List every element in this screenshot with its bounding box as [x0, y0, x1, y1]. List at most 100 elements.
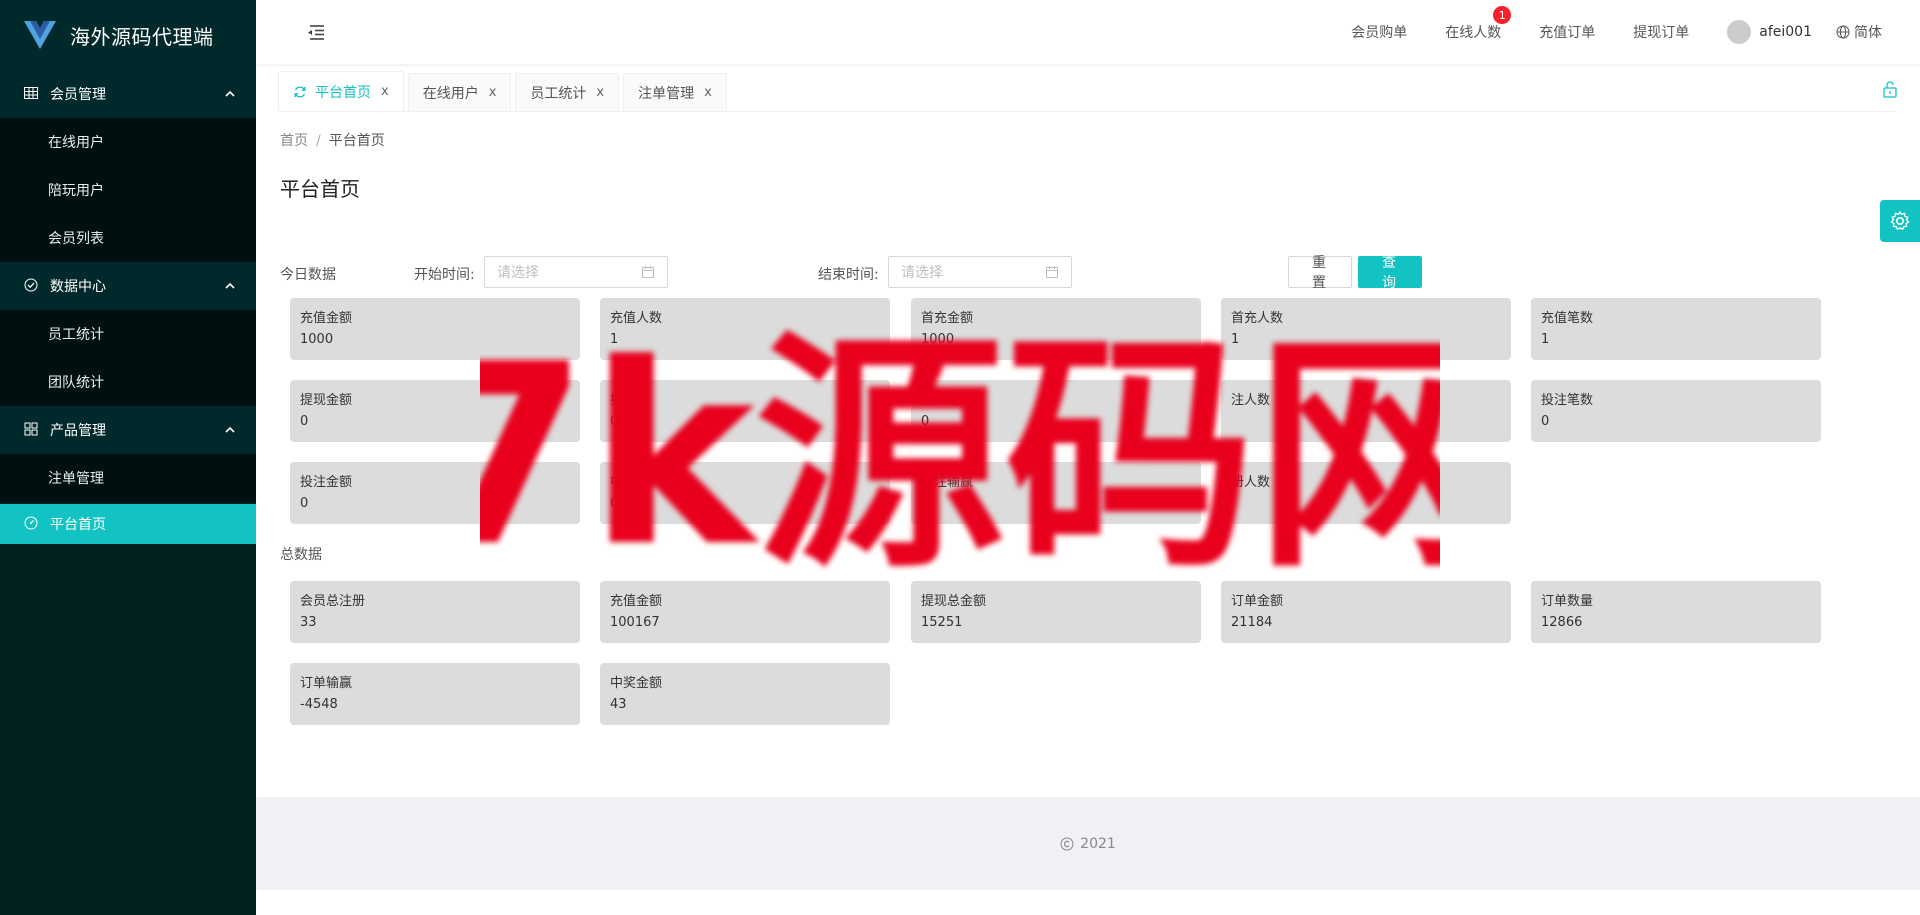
stat-card: 会员总注册 33 — [290, 581, 580, 643]
sidebar-item-companion-users[interactable]: 陪玩用户 — [0, 166, 256, 214]
stat-label: 提现笔数 — [921, 393, 974, 408]
page-tabs: 平台首页 x 在线用户 x 员工统计 x 注单管理 x — [278, 71, 1896, 112]
sync-icon — [293, 85, 307, 99]
sidebar-item-staff-stats[interactable]: 员工统计 — [0, 310, 256, 358]
top-header: 会员购单 在线人数 1 充值订单 提现订单 afei001 简体 — [256, 0, 1920, 64]
stat-value: 1 — [610, 332, 619, 347]
close-icon[interactable]: x — [381, 84, 389, 99]
breadcrumb-home[interactable]: 首页 — [280, 133, 308, 149]
stat-card: 订单输赢 -4548 — [290, 663, 580, 725]
sidebar-item-bet-management[interactable]: 注单管理 — [0, 454, 256, 502]
header-link-withdraw-orders[interactable]: 提现订单 — [1633, 22, 1689, 42]
tab-platform-home[interactable]: 平台首页 x — [278, 71, 404, 111]
unlock-icon[interactable] — [1882, 80, 1898, 98]
dashboard-icon — [24, 516, 40, 532]
menu-group-data-center[interactable]: 数据中心 — [0, 262, 256, 310]
stat-value: 15251 — [921, 615, 963, 630]
start-date-picker[interactable]: 请选择 — [484, 256, 668, 288]
user-menu[interactable]: afei001 — [1727, 20, 1812, 44]
end-time-label: 结束时间: — [818, 267, 879, 283]
stat-card: 投注笔数 0 — [1531, 380, 1821, 442]
copyright-year: 2021 — [1080, 835, 1116, 852]
stat-label: 订单输赢 — [300, 676, 353, 691]
stat-value: 0 — [610, 496, 619, 511]
close-icon[interactable]: x — [596, 85, 604, 100]
tab-bet-management[interactable]: 注单管理 x — [623, 73, 727, 111]
language-switch[interactable]: 简体 — [1836, 22, 1882, 42]
stat-label: 投注输赢 — [921, 475, 974, 490]
header-link-label: 在线人数 — [1445, 25, 1502, 41]
stat-card: 首充人数 1 — [1221, 298, 1511, 360]
settings-drawer-handle[interactable] — [1880, 200, 1920, 242]
stat-card: 册人数 — [1221, 462, 1511, 524]
stat-card: 中奖 0 — [600, 462, 890, 524]
stat-value: -4548 — [300, 697, 338, 712]
copyright-icon — [1060, 837, 1074, 850]
stat-label: 首充人数 — [1231, 311, 1284, 326]
stat-label: 订单数量 — [1541, 594, 1594, 609]
tab-online-users[interactable]: 在线用户 x — [407, 73, 512, 111]
footer: 2021 — [256, 797, 1920, 890]
start-time-label: 开始时间: — [414, 267, 475, 283]
stat-card: 订单金额 21184 — [1221, 581, 1511, 643]
end-date-picker[interactable]: 请选择 — [888, 256, 1072, 288]
tab-staff-stats[interactable]: 员工统计 x — [515, 73, 620, 111]
stat-label: 会员总注册 — [300, 594, 366, 609]
sidebar-item-label: 平台首页 — [50, 517, 106, 533]
stat-label: 提现总金额 — [921, 594, 987, 609]
stat-card: 订单数量 12866 — [1531, 581, 1821, 643]
calendar-icon — [1046, 266, 1058, 278]
stat-card: 充值金额 100167 — [600, 581, 890, 643]
stat-label: 中奖金额 — [610, 676, 663, 691]
header-link-online-count[interactable]: 在线人数 1 — [1445, 6, 1512, 42]
stat-value: 0 — [610, 414, 619, 429]
submenu-member: 在线用户 陪玩用户 会员列表 — [0, 118, 256, 262]
chevron-up-icon — [225, 90, 235, 97]
stat-label: 充值金额 — [300, 311, 353, 326]
stat-card: 提现 0 — [600, 380, 890, 442]
logo[interactable]: 海外源码代理端 — [0, 0, 256, 70]
menu-group-product[interactable]: 产品管理 — [0, 406, 256, 454]
tab-label: 在线用户 — [422, 85, 479, 102]
username: afei001 — [1759, 24, 1812, 40]
tab-label: 注单管理 — [638, 85, 695, 102]
sidebar-item-online-users[interactable]: 在线用户 — [0, 118, 256, 166]
menu-group-member[interactable]: 会员管理 — [0, 70, 256, 118]
vue-logo-icon — [24, 21, 56, 49]
submenu-data-center: 员工统计 团队统计 — [0, 310, 256, 406]
stat-value: 33 — [300, 615, 317, 630]
stat-label: 充值笔数 — [1541, 311, 1594, 326]
reset-button[interactable]: 重置 — [1288, 254, 1352, 290]
app-title: 海外源码代理端 — [70, 24, 214, 49]
header-link-member-orders[interactable]: 会员购单 — [1351, 22, 1407, 42]
menu-group-label: 数据中心 — [50, 279, 106, 295]
stat-label: 首充金额 — [921, 311, 974, 326]
tab-label: 员工统计 — [530, 85, 587, 102]
stat-label: 提现金额 — [300, 393, 353, 408]
end-date-placeholder: 请选择 — [901, 265, 943, 281]
stat-value: 0 — [300, 414, 309, 429]
menu-group-label: 产品管理 — [50, 423, 106, 439]
stat-value: 12866 — [1541, 615, 1583, 630]
menu-group-label: 会员管理 — [50, 87, 106, 103]
sidebar-item-member-list[interactable]: 会员列表 — [0, 214, 256, 262]
sidebar-item-platform-home[interactable]: 平台首页 — [0, 504, 256, 544]
globe-icon — [1836, 25, 1850, 39]
language-label: 简体 — [1854, 25, 1882, 41]
menu-fold-icon[interactable] — [304, 20, 328, 44]
calendar-icon — [642, 266, 654, 278]
close-icon[interactable]: x — [489, 85, 497, 100]
sidebar-item-team-stats[interactable]: 团队统计 — [0, 358, 256, 406]
query-button[interactable]: 查询 — [1358, 254, 1422, 290]
close-icon[interactable]: x — [704, 85, 712, 100]
sidebar: 海外源码代理端 会员管理 在线用户 陪玩用户 会员列表 数据中心 员工统计 团队… — [0, 0, 256, 915]
stat-label: 投注笔数 — [1541, 393, 1594, 408]
header-link-recharge-orders[interactable]: 充值订单 — [1539, 22, 1595, 42]
stat-label: 充值金额 — [610, 594, 663, 609]
stat-value: 43 — [610, 697, 627, 712]
stat-value: 100167 — [610, 615, 660, 630]
online-count-badge: 1 — [1493, 6, 1512, 24]
stat-label: 册人数 — [1231, 475, 1271, 490]
bottom-strip — [256, 890, 1920, 915]
stat-card: 充值人数 1 — [600, 298, 890, 360]
